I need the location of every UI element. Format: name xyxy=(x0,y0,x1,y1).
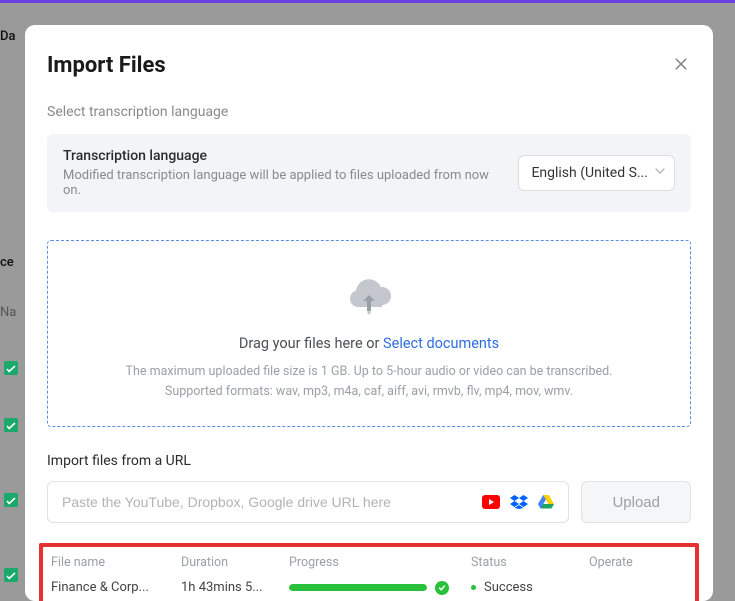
youtube-icon xyxy=(482,495,500,509)
table-row: Finance & Corp... 1h 43mins 5... Success xyxy=(51,580,687,595)
language-label: Transcription language xyxy=(63,148,502,164)
modal-title: Import Files xyxy=(47,53,166,78)
table-header: File name Duration Progress Status Opera… xyxy=(51,555,687,570)
close-button[interactable] xyxy=(671,56,691,76)
status-dot-icon xyxy=(471,585,476,590)
cell-filename: Finance & Corp... xyxy=(51,580,181,595)
language-box: Transcription language Modified transcri… xyxy=(47,134,691,212)
language-select[interactable]: English (United S... xyxy=(518,155,675,191)
status-chip-icon xyxy=(4,568,18,582)
uploaded-files-table: File name Duration Progress Status Opera… xyxy=(51,555,687,595)
uploaded-files-highlight: File name Duration Progress Status Opera… xyxy=(39,543,699,601)
url-import-label: Import files from a URL xyxy=(47,453,691,469)
cell-progress xyxy=(289,581,449,595)
bg-text-fragment: ce xyxy=(0,255,14,270)
cell-duration: 1h 43mins 5... xyxy=(181,580,289,595)
bg-text-fragment: Na xyxy=(0,305,16,320)
col-header-progress: Progress xyxy=(289,555,449,570)
url-input-wrapper xyxy=(47,481,569,523)
language-selected-value: English (United S... xyxy=(531,165,648,181)
progress-bar xyxy=(289,584,427,591)
col-header-duration: Duration xyxy=(181,555,289,570)
file-dropzone[interactable]: Drag your files here or Select documents… xyxy=(47,240,691,427)
url-provider-icons xyxy=(482,495,554,509)
progress-fill xyxy=(289,584,427,591)
url-input[interactable] xyxy=(62,482,472,522)
upload-button[interactable]: Upload xyxy=(581,481,691,523)
language-note: Select transcription language xyxy=(47,104,691,120)
dropzone-prefix: Drag your files here or xyxy=(239,335,383,352)
status-chip-icon xyxy=(4,361,18,375)
language-desc: Modified transcription language will be … xyxy=(63,168,502,198)
dropzone-text: Drag your files here or Select documents xyxy=(72,335,666,352)
status-text: Success xyxy=(484,580,533,595)
dropzone-sub-line-2: Supported formats: wav, mp3, m4a, caf, a… xyxy=(72,382,666,402)
dropbox-icon xyxy=(510,495,528,509)
col-header-status: Status xyxy=(449,555,579,570)
google-drive-icon xyxy=(538,495,554,509)
select-documents-link[interactable]: Select documents xyxy=(383,335,499,352)
close-icon xyxy=(673,56,689,72)
col-header-filename: File name xyxy=(51,555,181,570)
check-circle-icon xyxy=(435,581,449,595)
import-files-modal: Import Files Select transcription langua… xyxy=(25,25,713,601)
cell-status: Success xyxy=(449,580,579,595)
col-header-operate: Operate xyxy=(579,555,687,570)
dropzone-subtext: The maximum uploaded file size is 1 GB. … xyxy=(72,362,666,402)
bg-text-fragment: Da xyxy=(0,29,16,44)
page-backdrop: Da ce Na Import Files Select transcripti… xyxy=(0,0,735,601)
status-chip-icon xyxy=(4,493,18,507)
cloud-upload-icon xyxy=(346,277,392,319)
dropzone-sub-line-1: The maximum uploaded file size is 1 GB. … xyxy=(72,362,666,382)
chevron-down-icon xyxy=(654,165,666,181)
status-chip-icon xyxy=(4,418,18,432)
